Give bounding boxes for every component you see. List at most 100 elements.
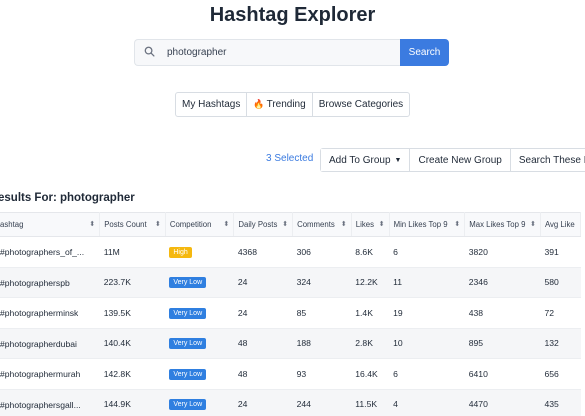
- sort-icon: ⬍: [282, 221, 289, 228]
- table-row[interactable]: #photographermurah 142.8K Very Low 48 93…: [0, 358, 581, 390]
- cell-daily: 48: [233, 328, 293, 359]
- add-to-group-label: Add To Group: [329, 154, 391, 166]
- competition-badge: Very Low: [169, 307, 207, 319]
- tab-my-hashtags[interactable]: My Hashtags: [176, 93, 248, 116]
- col-label: Min Likes Top 9: [393, 220, 448, 229]
- competition-badge: Very Low: [169, 338, 207, 350]
- page-title: Hashtag Explorer: [209, 4, 376, 26]
- cell-hashtag: #photographersgall...: [0, 389, 100, 416]
- col-label: Likes: [355, 220, 374, 229]
- cell-hashtag: #photographerdubai: [0, 328, 100, 359]
- col-hashtag[interactable]: ashtag ⬍: [0, 212, 101, 237]
- cell-max-likes: 438: [464, 297, 541, 329]
- selected-count[interactable]: 3 Selected: [266, 153, 313, 164]
- search-icon: [144, 44, 155, 62]
- create-group-label: Create New Group: [418, 154, 502, 166]
- cell-likes: 1.4K: [351, 297, 390, 329]
- cell-hashtag: #photographerspb: [0, 267, 100, 298]
- cell-avg-likes: 391: [540, 236, 581, 268]
- cell-min-likes: 11: [389, 267, 465, 298]
- cell-min-likes: 6: [389, 236, 465, 268]
- col-daily-posts[interactable]: Daily Posts ⬍: [233, 212, 294, 237]
- cell-daily: 4368: [233, 236, 293, 268]
- cell-max-likes: 3820: [464, 236, 541, 268]
- cell-competition: Very Low: [165, 358, 234, 390]
- cell-hashtag: #photographers_of_...: [0, 236, 100, 268]
- col-comments[interactable]: Comments ⬍: [292, 212, 352, 237]
- cell-daily: 24: [233, 267, 293, 298]
- table-row[interactable]: #photographersgall... 144.9K Very Low 24…: [0, 389, 581, 416]
- col-label: Competition: [169, 220, 212, 229]
- col-avg-likes[interactable]: Avg Like: [540, 212, 582, 237]
- col-label: Avg Like: [544, 220, 575, 229]
- col-max-likes[interactable]: Max Likes Top 9 ⬍: [464, 212, 541, 237]
- tab-browse-categories[interactable]: Browse Categories: [313, 93, 409, 116]
- sort-icon: ⬍: [340, 221, 347, 228]
- cell-posts: 142.8K: [99, 358, 166, 390]
- cell-posts: 11M: [99, 236, 166, 268]
- table-row[interactable]: #photographers_of_... 11M High 4368 306 …: [0, 236, 581, 268]
- competition-badge: Very Low: [169, 399, 207, 411]
- col-label: Max Likes Top 9: [469, 220, 526, 229]
- create-group-button[interactable]: Create New Group: [410, 149, 511, 171]
- table-header-row: ashtag ⬍ Posts Count ⬍ Competition ⬍ Daily …: [0, 212, 582, 237]
- cell-avg-likes: 656: [540, 358, 581, 390]
- sort-icon: ⬍: [154, 221, 161, 228]
- search-field[interactable]: [134, 39, 400, 66]
- col-likes[interactable]: Likes ⬍: [351, 212, 390, 237]
- cell-comments: 85: [292, 297, 352, 329]
- tab-trending[interactable]: 🔥 Trending: [247, 93, 313, 116]
- cell-avg-likes: 435: [540, 389, 581, 416]
- cell-max-likes: 4470: [464, 389, 541, 416]
- cell-min-likes: 6: [389, 358, 465, 390]
- search-these-label: Search These Ha: [518, 154, 585, 166]
- sort-icon: ⬍: [223, 221, 230, 228]
- sort-icon: ⬍: [454, 221, 461, 228]
- results-heading: esults For: photographer: [0, 192, 135, 204]
- search-bar: Search: [134, 39, 449, 66]
- cell-likes: 12.2K: [351, 267, 390, 298]
- cell-competition: Very Low: [165, 267, 234, 298]
- cell-posts: 140.4K: [99, 328, 166, 359]
- cell-hashtag: #photographerminsk: [0, 297, 100, 329]
- cell-competition: Very Low: [165, 328, 234, 359]
- cell-min-likes: 19: [389, 297, 465, 329]
- tab-label: Browse Categories: [318, 99, 404, 110]
- cell-competition: Very Low: [165, 389, 234, 416]
- col-competition[interactable]: Competition ⬍: [165, 212, 235, 237]
- add-to-group-dropdown[interactable]: Add To Group ▼: [321, 149, 411, 171]
- tab-label: Trending: [266, 99, 306, 110]
- cell-comments: 188: [292, 328, 352, 359]
- col-min-likes[interactable]: Min Likes Top 9 ⬍: [389, 212, 466, 237]
- search-these-button[interactable]: Search These Ha: [510, 149, 585, 171]
- cell-avg-likes: 72: [540, 297, 581, 329]
- col-label: Posts Count: [104, 220, 147, 229]
- results-table: ashtag ⬍ Posts Count ⬍ Competition ⬍ Daily …: [0, 212, 582, 416]
- table-row[interactable]: #photographerdubai 140.4K Very Low 48 18…: [0, 328, 581, 359]
- tab-label: My Hashtags: [182, 99, 241, 110]
- view-tabs: My Hashtags 🔥 Trending Browse Categories: [175, 92, 411, 117]
- table-row[interactable]: #photographerminsk 139.5K Very Low 24 85…: [0, 297, 581, 329]
- cell-posts: 223.7K: [99, 267, 166, 298]
- fire-icon: 🔥: [253, 99, 265, 109]
- caret-down-icon: ▼: [394, 156, 402, 164]
- cell-max-likes: 2346: [464, 267, 541, 298]
- cell-avg-likes: 132: [540, 328, 581, 359]
- cell-comments: 324: [292, 267, 352, 298]
- cell-max-likes: 6410: [464, 358, 541, 390]
- search-button[interactable]: Search: [400, 39, 449, 66]
- table-row[interactable]: #photographerspb 223.7K Very Low 24 324 …: [0, 267, 581, 298]
- cell-daily: 24: [233, 297, 293, 329]
- competition-badge: Very Low: [169, 368, 207, 380]
- col-posts-count[interactable]: Posts Count ⬍: [99, 212, 166, 237]
- cell-likes: 2.8K: [351, 328, 390, 359]
- bulk-actions: Add To Group ▼ Create New Group Search Th…: [320, 148, 585, 172]
- cell-min-likes: 4: [389, 389, 465, 416]
- search-input[interactable]: [167, 47, 367, 58]
- sort-icon: ⬍: [530, 221, 536, 228]
- sort-icon: ⬍: [89, 221, 96, 228]
- col-label: Comments: [297, 220, 335, 229]
- cell-comments: 244: [292, 389, 352, 416]
- cell-hashtag: #photographermurah: [0, 358, 100, 390]
- cell-comments: 306: [292, 236, 352, 268]
